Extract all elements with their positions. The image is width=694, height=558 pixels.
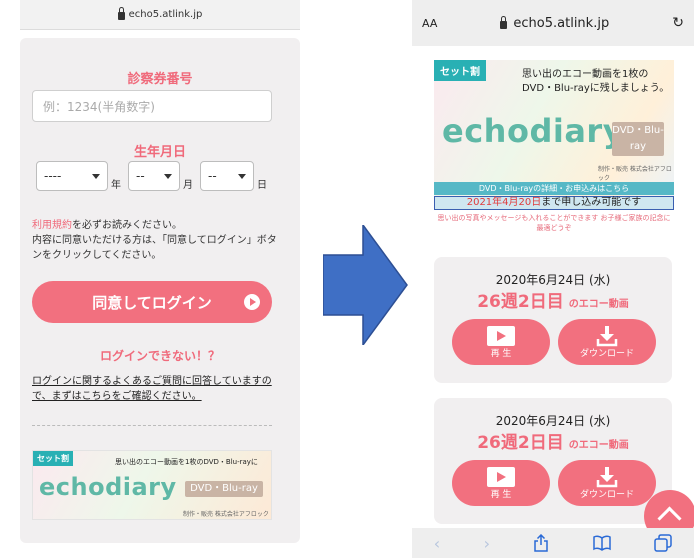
share-icon[interactable] — [533, 534, 549, 552]
bookmarks-icon[interactable] — [593, 535, 611, 551]
age-suffix: のエコー動画 — [568, 440, 629, 451]
play-icon — [487, 467, 515, 487]
dvd-bluray-chip: DVD・Blu-ray — [612, 122, 664, 156]
lock-icon — [500, 15, 508, 29]
chevron-down-icon — [164, 173, 172, 179]
year-value: ---- — [44, 169, 62, 183]
dvd-bluray-chip: DVD・Blu-ray — [185, 481, 263, 497]
login-button-label: 同意してログイン — [92, 293, 212, 312]
safari-toolbar: ‹ › — [412, 528, 694, 558]
year-select[interactable]: ---- — [36, 161, 108, 191]
tabs-icon[interactable] — [654, 534, 673, 552]
birthdate-row: ---- 年 -- 月 -- 日 — [36, 161, 271, 191]
echodiary-logo: echodiary — [39, 473, 177, 501]
banner-maker: 制作・販売 株式会社アフロック — [598, 166, 672, 182]
year-unit: 年 — [111, 180, 121, 191]
gestational-age: 26週2日目 のエコー動画 — [434, 428, 672, 453]
reload-icon[interactable]: ↻ — [672, 15, 684, 31]
login-panel: 診察券番号 例：1234(半角数字) 生年月日 ---- 年 -- 月 -- 日… — [20, 38, 300, 543]
set-discount-tag: セット割 — [33, 451, 73, 466]
url-text: echo5.atlink.jp — [128, 9, 203, 20]
agree-login-button[interactable]: 同意してログイン — [32, 281, 272, 323]
age-suffix: のエコー動画 — [568, 299, 629, 310]
safari-address-bar[interactable]: AA echo5.atlink.jp ↻ — [412, 0, 694, 46]
play-label: 再 生 — [490, 349, 512, 359]
banner-deadline: 2021年4月20日まで申し込み可能です — [434, 196, 674, 210]
chevron-down-icon — [92, 173, 100, 179]
month-value: -- — [136, 169, 145, 183]
ticket-number-label: 診察券番号 — [127, 72, 193, 87]
reader-aa-button[interactable]: AA — [422, 17, 437, 30]
url-text: echo5.atlink.jp — [513, 15, 610, 31]
download-icon — [596, 326, 618, 347]
download-label: ダウンロード — [579, 349, 634, 359]
month-select[interactable]: -- — [128, 161, 180, 191]
banner-tagline: 思い出のエコー動画を1枚のDVD・Blu-rayに — [115, 458, 258, 466]
terms-line1: を必ずお読みください。 — [72, 220, 182, 231]
forward-icon[interactable]: › — [484, 534, 490, 553]
month-unit: 月 — [183, 180, 193, 191]
download-button[interactable]: ダウンロード — [558, 460, 656, 506]
echodiary-logo: echodiary — [442, 112, 625, 150]
download-button[interactable]: ダウンロード — [558, 319, 656, 365]
day-select[interactable]: -- — [200, 161, 254, 191]
deadline-text: まで申し込み可能です — [541, 197, 642, 208]
lock-icon — [117, 7, 125, 20]
birthdate-label: 生年月日 — [133, 145, 186, 160]
address-bar[interactable]: echo5.atlink.jp — [20, 0, 300, 30]
play-button[interactable]: 再 生 — [452, 319, 550, 365]
terms-line2: 内容に同意いただける方は、「同意してログイン」ボタンをクリックしてください。 — [32, 235, 277, 261]
cant-login-heading: ログインできない！？ — [99, 349, 220, 363]
play-button[interactable]: 再 生 — [452, 460, 550, 506]
echodiary-banner[interactable]: セット割 思い出のエコー動画を1枚のDVD・Blu-rayに echodiary… — [32, 450, 272, 520]
video-date: 2020年6月24日 (水) — [495, 414, 611, 428]
deadline-date: 2021年4月20日 — [466, 197, 542, 208]
play-circle-icon — [244, 294, 260, 310]
set-discount-tag: セット割 — [434, 60, 486, 81]
right-arrow-icon — [323, 225, 408, 345]
age-weeks: 26週2日目 — [477, 292, 564, 312]
banner-details-link[interactable]: DVD・Blu-rayの詳細・お申込みはこちら — [434, 182, 674, 195]
play-label: 再 生 — [490, 490, 512, 500]
right-phone-screen: AA echo5.atlink.jp ↻ セット割 思い出のエコー動画を1枚のD… — [412, 0, 694, 558]
day-unit: 日 — [257, 180, 267, 191]
chevron-down-icon — [238, 173, 246, 179]
banner-maker: 制作・販売 株式会社アフロック — [183, 511, 269, 518]
age-weeks: 26週2日目 — [477, 433, 564, 453]
video-card: 2020年6月24日 (水) 26週2日目 のエコー動画 再 生 ダウンロード — [434, 398, 672, 524]
terms-link[interactable]: 利用規約 — [32, 220, 72, 231]
play-icon — [487, 326, 515, 346]
gestational-age: 26週2日目 のエコー動画 — [434, 287, 672, 312]
banner-tagline: 思い出のエコー動画を1枚のDVD・Blu-rayに残しましょう。 — [522, 69, 670, 94]
ticket-number-input[interactable]: 例：1234(半角数字) — [32, 90, 272, 122]
divider — [32, 425, 272, 426]
echodiary-banner[interactable]: セット割 思い出のエコー動画を1枚のDVD・Blu-rayに残しましょう。 ec… — [434, 60, 674, 235]
download-label: ダウンロード — [579, 490, 634, 500]
video-date: 2020年6月24日 (水) — [495, 273, 611, 287]
download-icon — [596, 467, 618, 488]
day-value: -- — [208, 169, 217, 183]
terms-notice: 利用規約を必ずお読みください。 内容に同意いただける方は、「同意してログイン」ボ… — [32, 218, 282, 263]
url-field[interactable]: echo5.atlink.jp — [500, 15, 610, 31]
banner-note: 思い出の写真やメッセージも入れることができます お子様ご家族の記念に最適どうぞ — [437, 214, 671, 232]
video-card: 2020年6月24日 (水) 26週2日目 のエコー動画 再 生 ダウンロード — [434, 257, 672, 383]
faq-link[interactable]: ログインに関するよくあるご質問に回答していますので、まずはこちらをご確認ください… — [32, 374, 282, 404]
left-phone-screen: echo5.atlink.jp 診察券番号 例：1234(半角数字) 生年月日 … — [20, 0, 300, 545]
back-icon[interactable]: ‹ — [434, 534, 440, 553]
